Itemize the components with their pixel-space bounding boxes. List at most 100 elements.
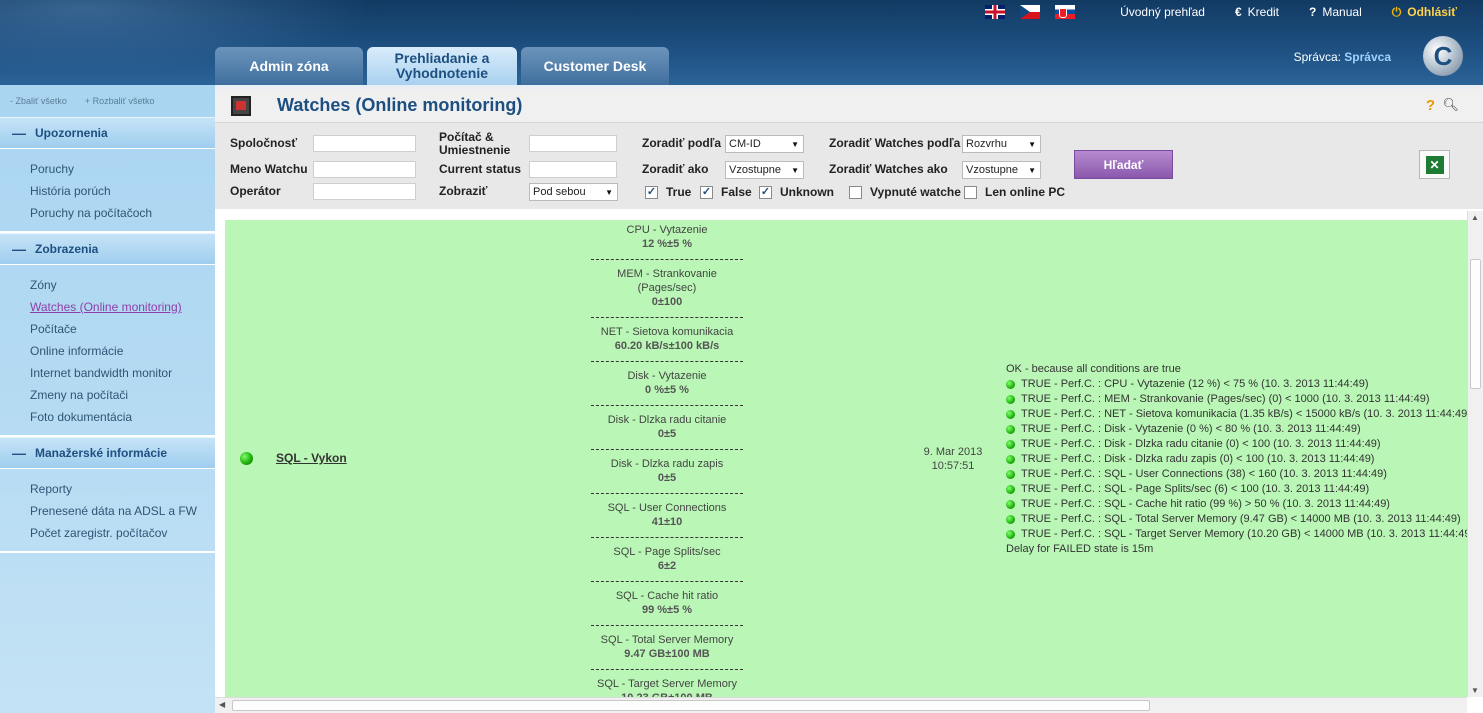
metric-value: 60.20 kB/s±100 kB/s xyxy=(614,340,720,352)
false-checkbox-label: False xyxy=(721,185,752,199)
metric-item: Disk - Dlzka radu citanie 0±5 xyxy=(591,412,743,450)
manual-link[interactable]: ? Manual xyxy=(1309,5,1362,19)
sidebar-item-zmeny-na-pocitaci[interactable]: Zmeny na počítači xyxy=(30,384,215,406)
tab-admin-zone[interactable]: Admin zóna xyxy=(215,47,363,85)
condition-row: TRUE - Perf.C. : SQL - Cache hit ratio (… xyxy=(1006,497,1467,512)
section-zobrazenia[interactable]: — Zobrazenia xyxy=(0,233,215,265)
cz-flag-icon[interactable] xyxy=(1020,5,1041,19)
metric-item: SQL - Page Splits/sec 6±2 xyxy=(591,544,743,582)
condition-row: TRUE - Perf.C. : SQL - Page Splits/sec (… xyxy=(1006,482,1467,497)
sidebar-item-zony[interactable]: Zóny xyxy=(30,274,215,296)
current-status-label: Current status xyxy=(439,162,522,176)
display-select[interactable]: Pod sebou xyxy=(529,183,618,201)
horizontal-scrollbar[interactable]: ◀ xyxy=(215,697,1467,713)
sidebar-item-historia-poruch[interactable]: História porúch xyxy=(30,180,215,202)
sidebar-item-foto-dokumentacia[interactable]: Foto dokumentácia xyxy=(30,406,215,428)
sort-watches-as-select[interactable]: Vzostupne xyxy=(962,161,1041,179)
sidebar-item-pocet-pocitacov[interactable]: Počet zaregistr. počítačov xyxy=(30,522,215,544)
status-ok-icon xyxy=(1006,515,1015,524)
online-pc-label: Len online PC xyxy=(985,185,1066,199)
uk-flag-icon[interactable] xyxy=(985,5,1006,19)
search-icon[interactable]: 🔍︎ xyxy=(1442,97,1459,113)
status-ok-icon xyxy=(1006,380,1015,389)
section-manazerske-informacie[interactable]: — Manažerské informácie xyxy=(0,437,215,469)
company-input[interactable] xyxy=(313,135,416,152)
condition-text: TRUE - Perf.C. : NET - Sietova komunikac… xyxy=(1021,408,1467,420)
company-label: Spoločnosť xyxy=(230,136,298,150)
sidebar-item-prenesene-data[interactable]: Prenesené dáta na ADSL a FW xyxy=(30,500,215,522)
watch-time: 10:57:51 xyxy=(931,460,975,472)
disabled-watches-checkbox[interactable]: Vypnuté watche xyxy=(849,185,961,199)
credit-link-label: Kredit xyxy=(1247,5,1280,19)
main-panel: Watches (Online monitoring) ? 🔍︎ Spoločn… xyxy=(215,89,1483,713)
sort-as-select[interactable]: Vzostupne xyxy=(725,161,804,179)
unknown-checkbox[interactable]: ✓ Unknown xyxy=(759,185,834,199)
euro-icon: € xyxy=(1234,5,1242,19)
vertical-scrollbar[interactable]: ▲ ▼ xyxy=(1467,211,1483,697)
logout-link[interactable]: ⏻ Odhlásiť xyxy=(1392,5,1457,20)
condition-text: TRUE - Perf.C. : CPU - Vytazenie (12 %) … xyxy=(1021,378,1369,390)
collapse-all-link[interactable]: - Zbaliť všetko xyxy=(10,96,67,106)
condition-row: TRUE - Perf.C. : Disk - Vytazenie (0 %) … xyxy=(1006,422,1467,437)
collapse-icon: — xyxy=(12,241,26,257)
section-items: Zóny Watches (Online monitoring) Počítač… xyxy=(0,265,215,437)
sort-watches-as-label: Zoradiť Watches ako xyxy=(829,162,948,176)
sidebar-item-online-informacie[interactable]: Online informácie xyxy=(30,340,215,362)
help-icon[interactable]: ? xyxy=(1426,97,1435,114)
metric-item: NET - Sietova komunikacia 60.20 kB/s±100 … xyxy=(591,324,743,362)
credit-link[interactable]: € Kredit xyxy=(1235,5,1279,19)
true-checkbox[interactable]: ✓ True xyxy=(645,185,691,199)
excel-export-button[interactable]: ✕ xyxy=(1419,150,1450,179)
condition-row: TRUE - Perf.C. : Disk - Dlzka radu zapis… xyxy=(1006,452,1467,467)
disabled-watches-label: Vypnuté watche xyxy=(870,185,961,199)
condition-row: TRUE - Perf.C. : MEM - Strankovanie (Pag… xyxy=(1006,392,1467,407)
scroll-down-icon[interactable]: ▼ xyxy=(1471,686,1479,695)
operator-input[interactable] xyxy=(313,183,416,200)
metric-value: 0±5 xyxy=(657,472,677,484)
search-button[interactable]: Hľadať xyxy=(1074,150,1173,179)
expand-bar: - Zbaliť všetko + Rozbaliť všetko xyxy=(0,85,215,117)
metric-item: SQL - Total Server Memory 9.47 GB±100 MB xyxy=(591,632,743,670)
metric-name: Disk - Dlzka radu zapis xyxy=(610,458,724,470)
watch-name-link[interactable]: SQL - Vykon xyxy=(276,451,347,465)
collapse-icon: — xyxy=(12,125,26,141)
condition-row: TRUE - Perf.C. : SQL - User Connections … xyxy=(1006,467,1467,482)
scroll-left-icon[interactable]: ◀ xyxy=(219,700,225,709)
sort-by-select[interactable]: CM-ID xyxy=(725,135,804,153)
status-ok-icon xyxy=(1006,470,1015,479)
metric-value: 99 %±5 % xyxy=(641,604,693,616)
current-status-input[interactable] xyxy=(529,161,617,178)
sidebar-item-bandwidth-monitor[interactable]: Internet bandwidth monitor xyxy=(30,362,215,384)
false-checkbox[interactable]: ✓ False xyxy=(700,185,752,199)
page-title: Watches (Online monitoring) xyxy=(277,95,523,115)
tab-browse-evaluate[interactable]: Prehliadanie a Vyhodnotenie xyxy=(367,47,517,85)
scroll-thumb[interactable] xyxy=(232,700,1150,711)
app-header: Úvodný prehľad € Kredit ? Manual ⏻ Odhlásiť… xyxy=(0,0,1483,85)
metric-value: 0±100 xyxy=(651,296,683,308)
overview-link[interactable]: Úvodný prehľad xyxy=(1120,5,1205,19)
scroll-up-icon[interactable]: ▲ xyxy=(1471,213,1479,222)
sidebar: - Zbaliť všetko + Rozbaliť všetko — Upoz… xyxy=(0,85,215,713)
metric-name: NET - Sietova komunikacia xyxy=(600,326,734,338)
user-name: Správca xyxy=(1344,50,1391,64)
sk-flag-icon[interactable] xyxy=(1055,5,1076,19)
monitor-icon xyxy=(231,95,251,116)
tab-customer-desk[interactable]: Customer Desk xyxy=(521,47,669,85)
sidebar-item-reporty[interactable]: Reporty xyxy=(30,478,215,500)
sidebar-item-poruchy[interactable]: Poruchy xyxy=(30,158,215,180)
sidebar-item-pocitace[interactable]: Počítače xyxy=(30,318,215,340)
sidebar-item-poruchy-na-pocitacoch[interactable]: Poruchy na počítačoch xyxy=(30,202,215,224)
scroll-thumb[interactable] xyxy=(1470,259,1481,389)
results-area: SQL - Vykon CPU - Vytazenie 12 %±5 % MEM -… xyxy=(215,211,1467,697)
sidebar-item-watches[interactable]: Watches (Online monitoring) xyxy=(30,296,215,318)
expand-all-link[interactable]: + Rozbaliť všetko xyxy=(85,96,155,106)
metric-item: SQL - Target Server Memory10.23 GB±100 M… xyxy=(591,676,743,697)
sort-watches-by-select[interactable]: Rozvrhu xyxy=(962,135,1041,153)
section-upozornenia[interactable]: — Upozornenia xyxy=(0,117,215,149)
watch-name-input[interactable] xyxy=(313,161,416,178)
condition-row: TRUE - Perf.C. : SQL - Target Server Mem… xyxy=(1006,527,1467,542)
condition-text: TRUE - Perf.C. : Disk - Vytazenie (0 %) … xyxy=(1021,423,1361,435)
online-pc-checkbox[interactable]: Len online PC xyxy=(964,185,1065,199)
pc-location-input[interactable] xyxy=(529,135,617,152)
condition-text: TRUE - Perf.C. : Disk - Dlzka radu citan… xyxy=(1021,438,1381,450)
